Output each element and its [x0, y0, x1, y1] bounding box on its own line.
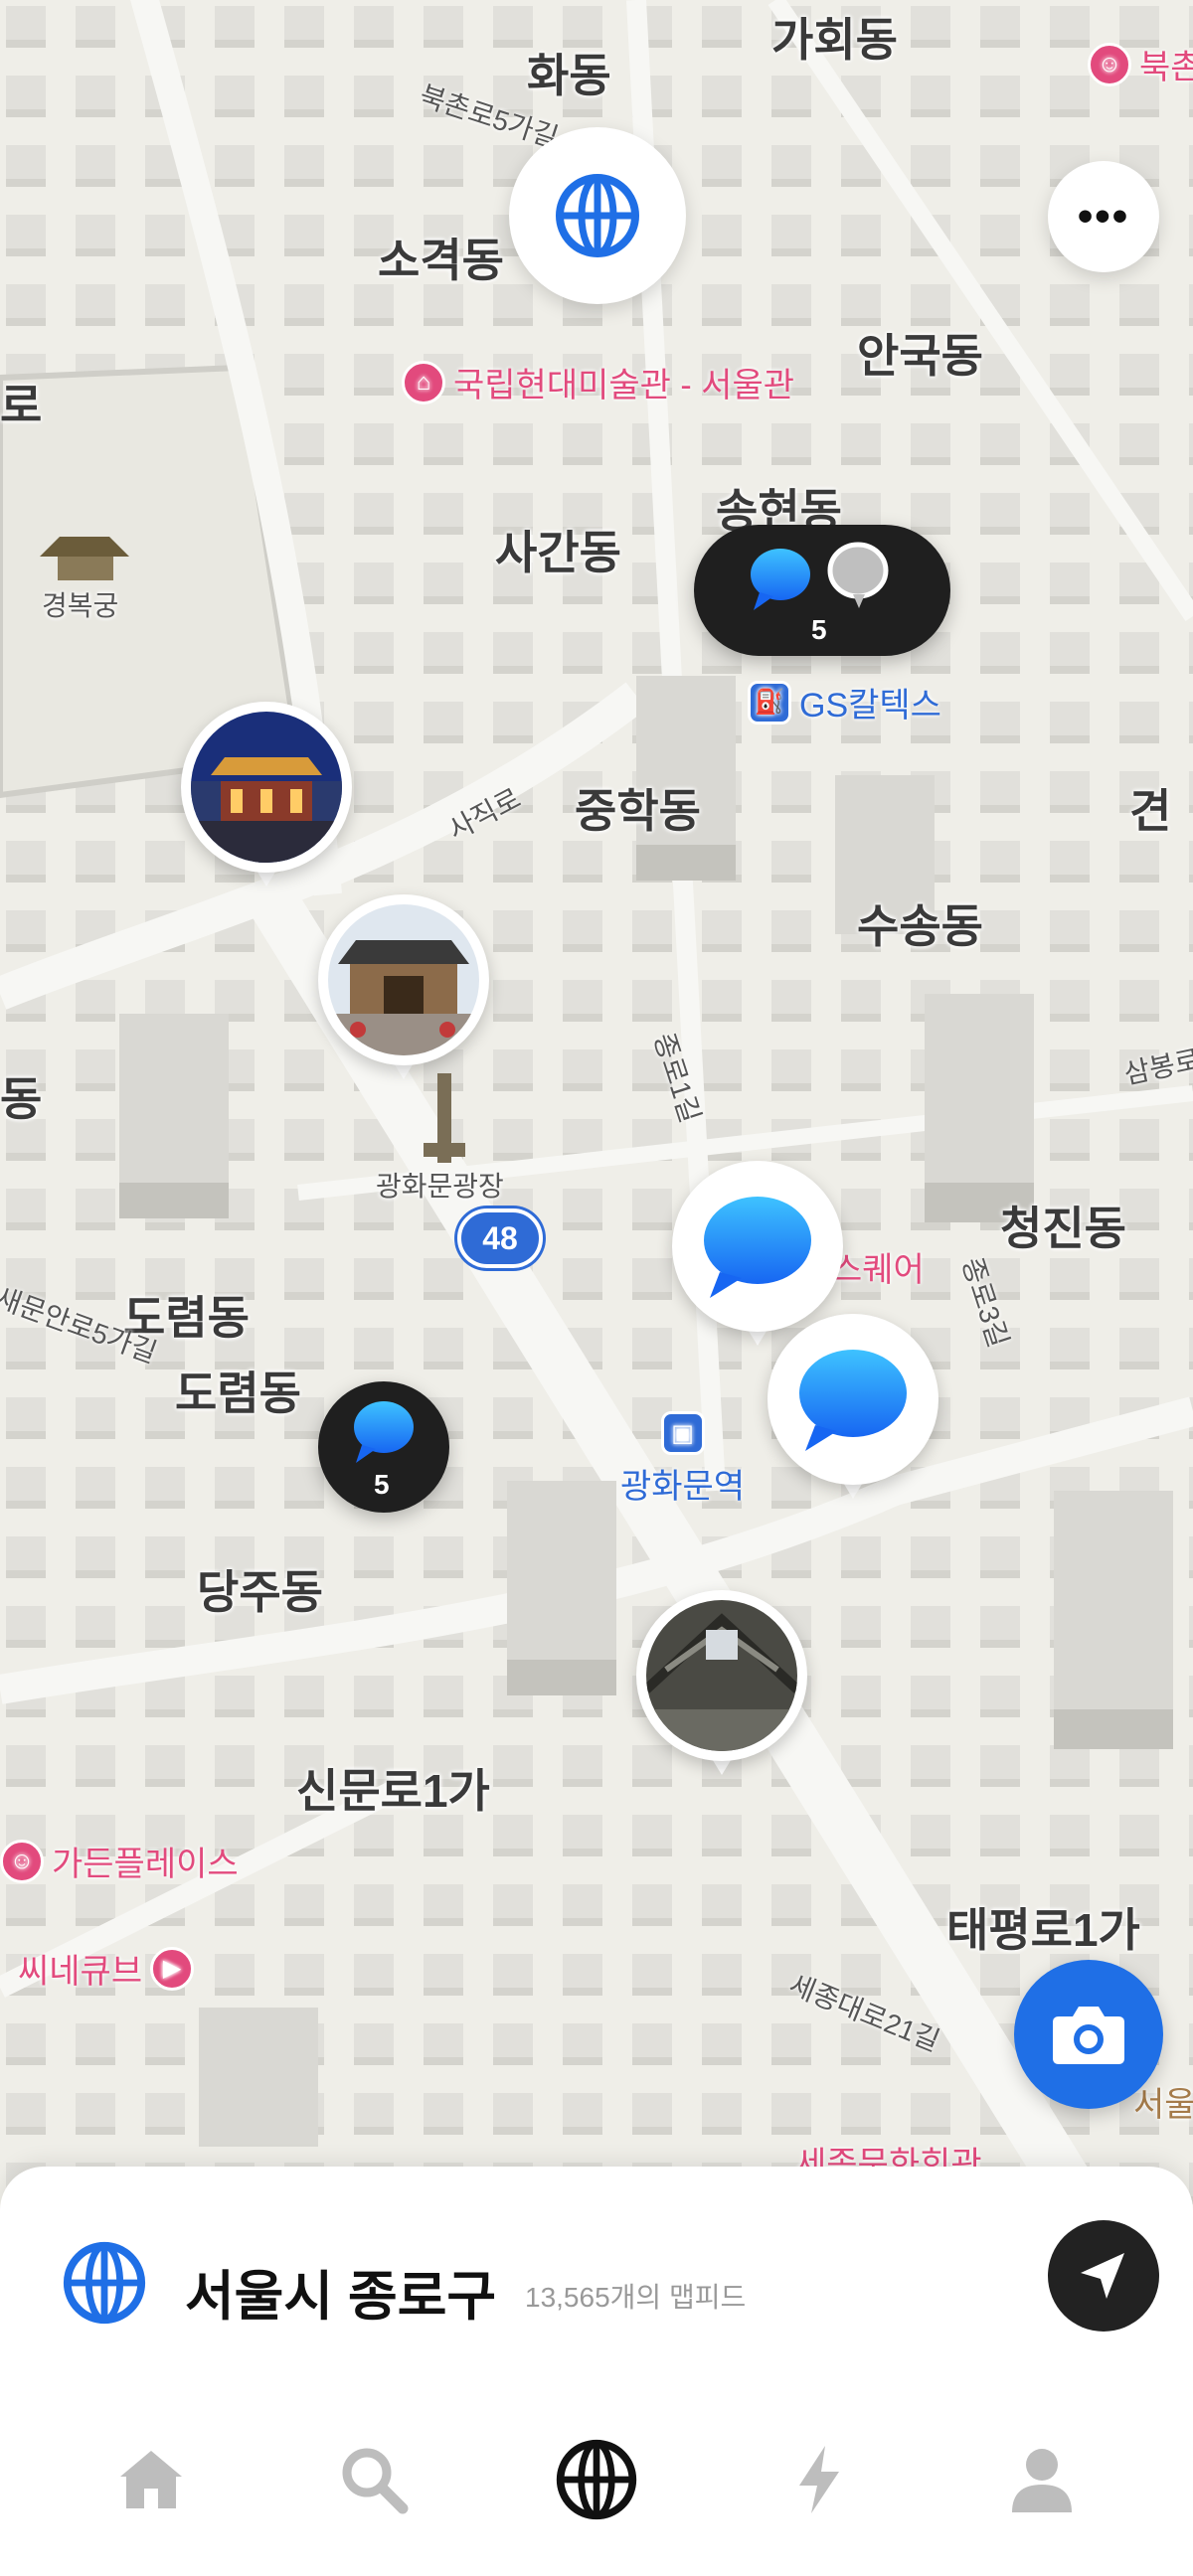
place-edge-gyeon: 견	[1129, 785, 1172, 837]
photo-pin[interactable]	[636, 1590, 807, 1789]
theater-icon: ☺	[1088, 42, 1131, 86]
place-edge-dong: 동	[0, 1073, 43, 1125]
poi-square[interactable]: 스퀘어	[831, 1242, 925, 1291]
tab-home[interactable]	[91, 2420, 211, 2539]
poi-cinecube[interactable]: ▶ 씨네큐브	[18, 1944, 195, 1993]
globe-button[interactable]	[509, 127, 686, 304]
chat-bubble-icon	[751, 549, 810, 610]
route-48-badge: 48	[457, 1208, 543, 1268]
place-gahoedong: 가회동	[771, 14, 898, 66]
theater-icon: ☺	[0, 1839, 44, 1883]
search-icon	[342, 2448, 409, 2514]
tab-bar	[0, 2405, 1193, 2554]
place-hwadong: 화동	[527, 50, 611, 101]
place-dorimdong-2: 도렴동	[175, 1368, 301, 1419]
camera-icon	[1053, 2007, 1124, 2064]
place-cheongjindong: 청진동	[1000, 1203, 1126, 1254]
gas-station-icon: ⛽	[748, 680, 791, 724]
chat-pin[interactable]	[767, 1314, 938, 1513]
place-gyeongbokgung: 경복궁	[42, 590, 119, 621]
poi-station-label: 광화문역	[620, 1468, 746, 1506]
photo-thumbnail	[191, 712, 342, 863]
poi-gs-label: GS칼텍스	[799, 687, 941, 724]
place-susongdong: 수송동	[857, 900, 983, 952]
place-edge-ro: 로	[0, 380, 43, 431]
globe-icon	[63, 2241, 146, 2325]
photo-pin[interactable]	[181, 702, 352, 900]
poi-cinecube-label: 씨네큐브	[18, 1953, 143, 1991]
poi-gs-caltex[interactable]: ⛽ GS칼텍스	[748, 678, 941, 726]
tab-flash[interactable]	[760, 2420, 879, 2539]
cluster-marker[interactable]: 5	[318, 1381, 449, 1513]
bottom-sheet[interactable]: 서울시 종로구 13,565개의 맵피드	[0, 2167, 1193, 2576]
poi-square-label: 스퀘어	[831, 1251, 925, 1289]
place-dangjudong: 당주동	[197, 1566, 323, 1618]
tab-profile[interactable]	[982, 2420, 1102, 2539]
cluster-count: 5	[811, 614, 827, 645]
museum-icon: ⌂	[402, 360, 445, 404]
poi-gwanghwamun-station[interactable]: ▣ 광화문역	[620, 1411, 745, 1508]
place-angukdong: 안국동	[857, 330, 983, 382]
globe-icon	[556, 2439, 637, 2520]
feed-count: 13,565개의 맵피드	[525, 2282, 747, 2313]
place-sinmunro: 신문로1가	[296, 1765, 490, 1817]
map-view[interactable]: 화동 가회동 소격동 안국동 사간동 송현동 중학동 수송동 청진동 도렴동 도…	[0, 0, 1193, 2226]
navigation-arrow-icon	[1081, 2253, 1124, 2299]
profile-icon	[1012, 2449, 1072, 2512]
poi-mmca-label: 국립현대미술관 - 서울관	[453, 367, 795, 404]
globe-icon	[556, 174, 639, 257]
poi-garden-label: 가든플레이스	[52, 1846, 239, 1883]
tab-map[interactable]	[537, 2420, 656, 2539]
home-icon	[120, 2451, 182, 2508]
place-junghakdong: 중학동	[575, 785, 701, 837]
place-taepyeongro: 태평로1가	[946, 1904, 1140, 1956]
location-title: 서울시 종로구	[185, 2267, 497, 2327]
chat-bubble-icon	[704, 1197, 811, 1298]
current-location-button[interactable]	[1048, 2220, 1159, 2332]
photo-pin[interactable]	[318, 894, 489, 1093]
camera-button[interactable]	[1014, 1960, 1163, 2109]
chat-bubble-icon	[827, 542, 889, 608]
cinema-icon: ▶	[150, 1946, 195, 1991]
more-options-button[interactable]: •••	[1048, 161, 1159, 272]
cluster-count: 5	[374, 1469, 390, 1500]
place-gwanghwamun-plaza: 광화문광장	[376, 1171, 504, 1202]
bolt-icon	[799, 2446, 839, 2513]
poi-bukchon-label: 북촌	[1139, 49, 1193, 86]
cluster-marker[interactable]: 5	[694, 525, 950, 656]
poi-garden-place[interactable]: ☺ 가든플레이스	[0, 1837, 239, 1885]
chat-bubble-icon	[354, 1401, 414, 1463]
photo-thumbnail	[646, 1600, 797, 1751]
poi-mmca[interactable]: ⌂ 국립현대미술관 - 서울관	[402, 358, 794, 406]
chat-bubble-icon	[799, 1350, 907, 1451]
place-sogyeokdong: 소격동	[378, 235, 504, 286]
map-base	[0, 0, 1193, 2226]
tab-search[interactable]	[314, 2420, 433, 2539]
photo-thumbnail	[328, 904, 479, 1055]
place-sagandong: 사간동	[495, 527, 621, 578]
subway-icon: ▣	[660, 1411, 705, 1455]
poi-bukchon-edge[interactable]: ☺ 북촌	[1088, 40, 1193, 88]
